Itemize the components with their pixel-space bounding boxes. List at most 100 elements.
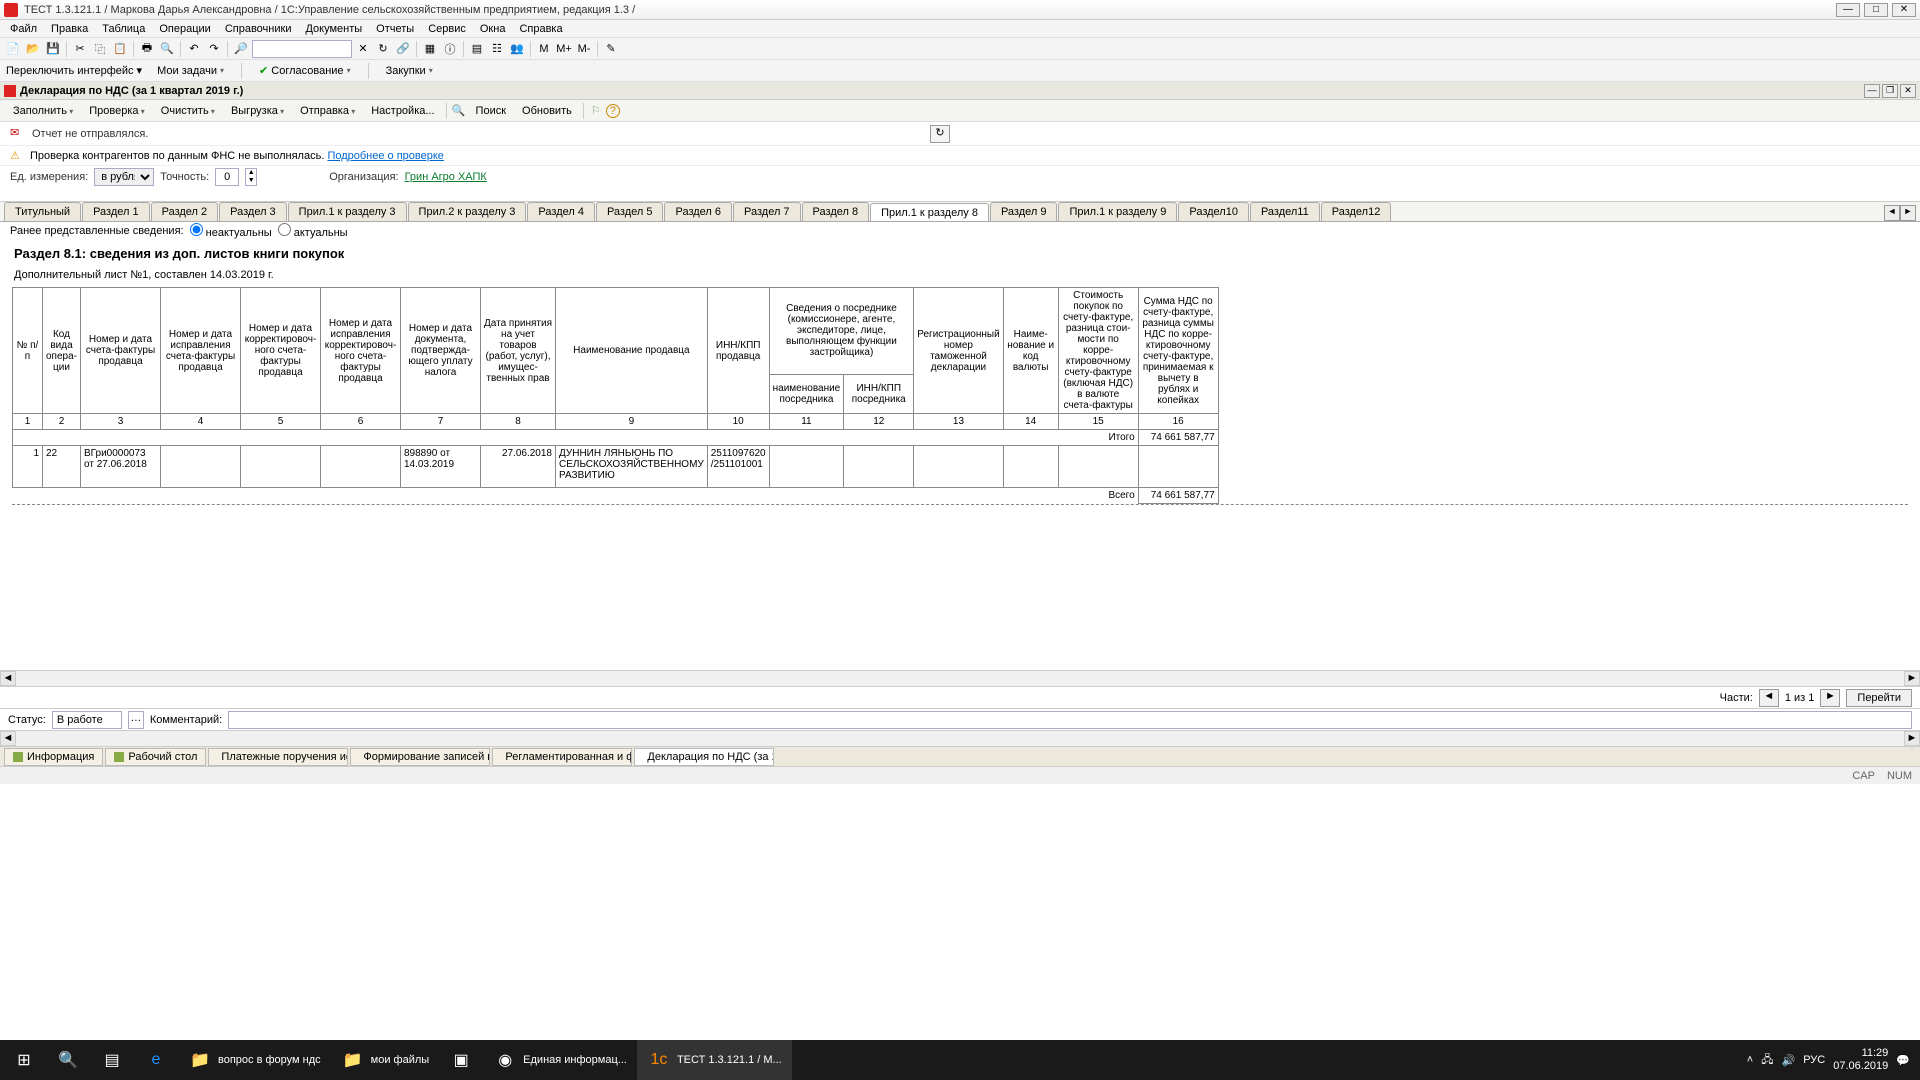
calc-icon[interactable]: ▤ [468, 40, 486, 58]
help-icon[interactable]: ⓘ [441, 40, 459, 58]
maximize-button[interactable]: □ [1864, 3, 1888, 17]
doc-restore-button[interactable]: ❐ [1882, 84, 1898, 98]
scroll-right-button[interactable]: ► [1904, 671, 1920, 686]
purchases-button[interactable]: Закупки [377, 62, 442, 80]
tray-lang[interactable]: РУС [1803, 1054, 1825, 1066]
menu-reports[interactable]: Отчеты [370, 21, 420, 37]
tray-clock[interactable]: 11:29 07.06.2019 [1833, 1047, 1888, 1073]
tab-app1-s8[interactable]: Прил.1 к разделу 8 [870, 203, 989, 222]
tab-section12[interactable]: Раздел12 [1321, 202, 1392, 221]
chrome-button[interactable]: ◉Единая информац... [483, 1040, 637, 1080]
taskview-button[interactable]: ▤ [90, 1040, 134, 1080]
scroll-left-button[interactable]: ◄ [0, 671, 16, 686]
cut-icon[interactable]: ✂ [71, 40, 89, 58]
menu-operations[interactable]: Операции [153, 21, 216, 37]
outer-scrollbar[interactable]: ◄ ► [0, 730, 1920, 746]
print-icon[interactable]: 🖶 [138, 40, 156, 58]
fns-details-link[interactable]: Подробнее о проверке [327, 150, 443, 162]
pager-go-button[interactable]: Перейти [1846, 689, 1912, 707]
folder1-button[interactable]: 📁вопрос в форум ндс [178, 1040, 331, 1080]
mminus-icon[interactable]: M- [575, 40, 593, 58]
doc-minimize-button[interactable]: — [1864, 84, 1880, 98]
update-button[interactable]: Обновить [515, 102, 579, 120]
horizontal-scrollbar[interactable]: ◄ ► [0, 670, 1920, 686]
start-button[interactable]: ⊞ [2, 1040, 46, 1080]
switch-interface-button[interactable]: Переключить интерфейс ▾ [6, 64, 142, 77]
preview-icon[interactable]: 🔍 [158, 40, 176, 58]
wintab-records[interactable]: Формирование записей кн... [350, 748, 490, 766]
status-select-button[interactable]: … [128, 711, 144, 729]
tab-app1-s9[interactable]: Прил.1 к разделу 9 [1058, 202, 1177, 221]
tab-app2-s3[interactable]: Прил.2 к разделу 3 [408, 202, 527, 221]
tab-section1[interactable]: Раздел 1 [82, 202, 150, 221]
tab-app1-s3[interactable]: Прил.1 к разделу 3 [288, 202, 407, 221]
refresh-status-button[interactable]: ↻ [930, 125, 950, 143]
open-icon[interactable]: 📂 [24, 40, 42, 58]
data-table[interactable]: № п/п Код вида опера-ции Номер и дата сч… [12, 287, 1219, 504]
new-icon[interactable]: 📄 [4, 40, 22, 58]
pager-next-button[interactable]: ► [1820, 689, 1840, 707]
redo-icon[interactable]: ↷ [205, 40, 223, 58]
settings-button[interactable]: Настройка... [364, 102, 441, 120]
link-icon[interactable]: 🔗 [394, 40, 412, 58]
wintab-declaration[interactable]: Декларация по НДС (за 1 к... [634, 748, 774, 766]
tab-title[interactable]: Титульный [4, 202, 81, 221]
menu-file[interactable]: Файл [4, 21, 43, 37]
app1-button[interactable]: ▣ [439, 1040, 483, 1080]
doc-close-button[interactable]: ✕ [1900, 84, 1916, 98]
tab-section8[interactable]: Раздел 8 [802, 202, 870, 221]
menu-table[interactable]: Таблица [96, 21, 151, 37]
menu-help[interactable]: Справка [513, 21, 568, 37]
outer-scroll-right[interactable]: ► [1904, 731, 1920, 746]
pager-prev-button[interactable]: ◄ [1759, 689, 1779, 707]
tab-section6[interactable]: Раздел 6 [664, 202, 732, 221]
outer-scroll-left[interactable]: ◄ [0, 731, 16, 746]
zoom-icon[interactable]: 🔎 [232, 40, 250, 58]
wintab-info[interactable]: Информация [4, 748, 103, 766]
question-icon[interactable]: ? [606, 104, 620, 118]
1c-button[interactable]: 1cТЕСТ 1.3.121.1 / М... [637, 1040, 792, 1080]
send-button[interactable]: Отправка [293, 102, 362, 120]
users-icon[interactable]: 👥 [508, 40, 526, 58]
menu-documents[interactable]: Документы [299, 21, 368, 37]
m-icon[interactable]: M [535, 40, 553, 58]
copy-icon[interactable]: ⿻ [91, 40, 109, 58]
tab-scroll-left[interactable]: ◄ [1884, 205, 1900, 221]
close-button[interactable]: ✕ [1892, 3, 1916, 17]
tray-chevron-icon[interactable]: ˄ [1747, 1054, 1753, 1066]
tray-volume-icon[interactable]: 🔊 [1782, 1054, 1796, 1067]
tab-section5[interactable]: Раздел 5 [596, 202, 664, 221]
tray-notifications-icon[interactable]: 💬 [1896, 1054, 1910, 1067]
clear-button[interactable]: Очистить [154, 102, 222, 120]
brush-icon[interactable]: ✎ [602, 40, 620, 58]
menu-service[interactable]: Сервис [422, 21, 472, 37]
search-button[interactable]: 🔍 [46, 1040, 90, 1080]
status-field[interactable] [52, 711, 122, 729]
tab-section3[interactable]: Раздел 3 [219, 202, 287, 221]
save-icon[interactable]: 💾 [44, 40, 62, 58]
menu-windows[interactable]: Окна [474, 21, 512, 37]
tab-section2[interactable]: Раздел 2 [151, 202, 219, 221]
undo-icon[interactable]: ↶ [185, 40, 203, 58]
tab-section9[interactable]: Раздел 9 [990, 202, 1058, 221]
nav-icon[interactable]: ▦ [421, 40, 439, 58]
approval-button[interactable]: ✔Согласование [250, 61, 360, 80]
tab-section10[interactable]: Раздел10 [1178, 202, 1249, 221]
unit-select[interactable]: в рублях [94, 168, 154, 186]
my-tasks-button[interactable]: Мои задачи [148, 62, 233, 80]
org-link[interactable]: Грин Агро ХАПК [405, 171, 487, 183]
clear-search-icon[interactable]: ✕ [354, 40, 372, 58]
mplus-icon[interactable]: M+ [555, 40, 573, 58]
search-input[interactable] [252, 40, 352, 58]
comment-field[interactable] [228, 711, 1912, 729]
calendar-icon[interactable]: ☷ [488, 40, 506, 58]
tab-scroll-right[interactable]: ► [1900, 205, 1916, 221]
export-button[interactable]: Выгрузка [224, 102, 291, 120]
wintab-desktop[interactable]: Рабочий стол [105, 748, 206, 766]
filter-inactual[interactable]: неактуальны [190, 223, 272, 239]
menu-edit[interactable]: Правка [45, 21, 94, 37]
search-button[interactable]: Поиск [469, 102, 513, 120]
tab-section4[interactable]: Раздел 4 [527, 202, 595, 221]
table-row[interactable]: 1 22 ВГри0000073 от 27.06.2018 898890 от… [13, 446, 1219, 488]
folder2-button[interactable]: 📁мои файлы [331, 1040, 440, 1080]
